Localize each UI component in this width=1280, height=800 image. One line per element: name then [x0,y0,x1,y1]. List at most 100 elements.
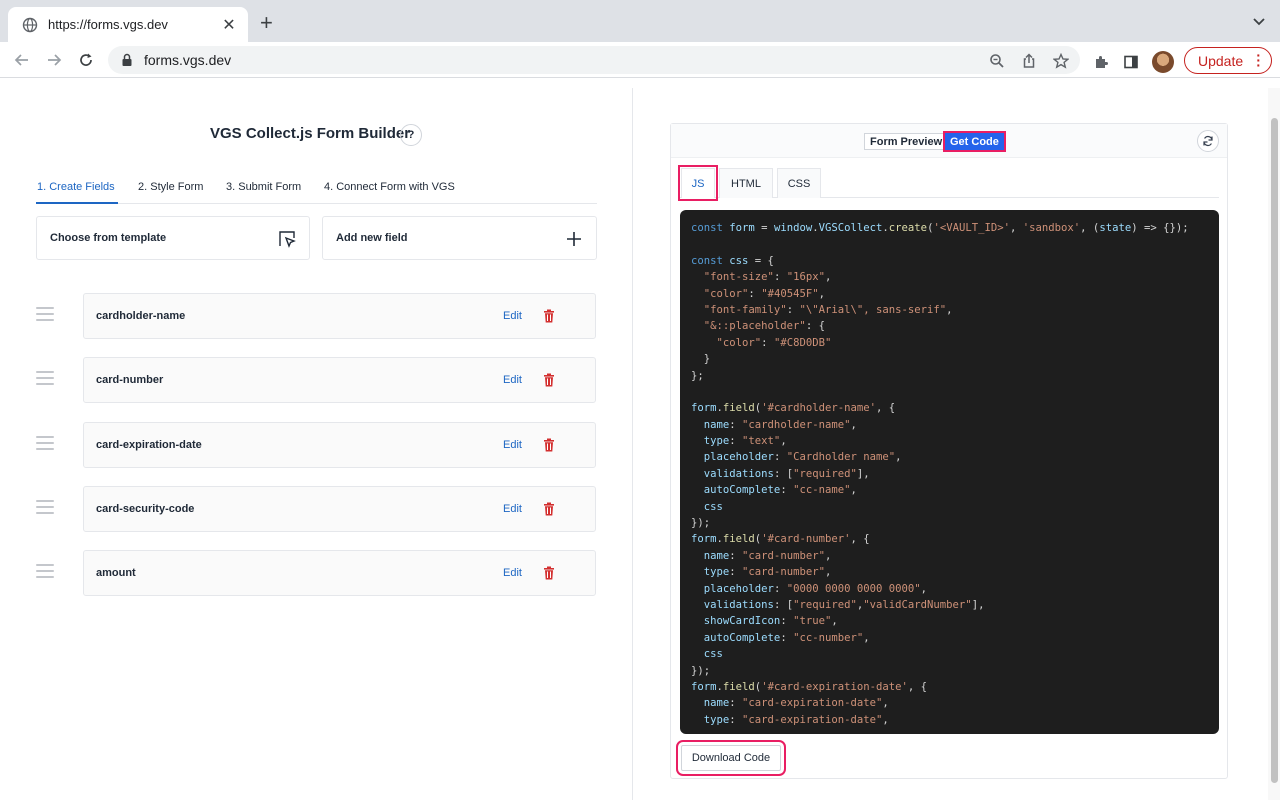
code-line: placeholder: "Cardholder name", [703,451,902,464]
field-row[interactable]: card-expiration-date Edit [0,422,633,468]
drag-handle-icon[interactable] [36,500,54,514]
code-line: form.field('#card-number', { [691,533,870,546]
code-panel: Form Preview Get Code JS HTML CSS const … [670,123,1228,779]
browser-toolbar: forms.vgs.dev Update · · · [0,42,1280,78]
field-item[interactable]: cardholder-name Edit [83,293,596,339]
trash-icon[interactable] [543,502,555,516]
help-button[interactable]: ? [400,124,422,146]
code-line: name: "card-expiration-date", [703,697,889,710]
trash-icon[interactable] [543,309,555,323]
refresh-icon[interactable] [1197,130,1219,152]
form-preview-toggle[interactable]: Form Preview [864,133,949,150]
address-bar[interactable]: forms.vgs.dev [108,46,1080,74]
profile-avatar[interactable] [1152,51,1174,73]
new-tab-icon[interactable]: + [260,12,273,34]
code-line: }; [691,369,704,382]
side-panel-icon[interactable] [1122,53,1140,71]
bookmark-star-icon[interactable] [1052,52,1070,70]
field-item[interactable]: card-number Edit [83,357,596,403]
field-row[interactable]: cardholder-name Edit [0,293,633,339]
code-line: } [691,353,711,366]
field-row[interactable]: card-number Edit [0,357,633,403]
language-tabs: JS HTML CSS [678,165,1219,201]
code-line: type: "text", [703,435,787,448]
field-name: card-number [96,374,164,386]
drag-handle-icon[interactable] [36,307,54,321]
drag-handle-icon[interactable] [36,436,54,450]
code-line: showCardIcon: "true", [703,615,838,628]
step-submit-form[interactable]: 3. Submit Form [226,181,301,193]
code-line: placeholder: "0000 0000 0000 0000", [703,582,928,595]
code-line: form.field('#cardholder-name', { [691,402,896,415]
extensions-puzzle-icon[interactable] [1092,53,1110,71]
tab-html[interactable]: HTML [719,168,773,198]
download-code-button[interactable]: Download Code [676,740,786,776]
edit-field-link[interactable]: Edit [503,439,522,451]
url-text: forms.vgs.dev [144,52,232,68]
step-style-form[interactable]: 2. Style Form [138,181,203,193]
code-line: autoComplete: "cc-number", [703,631,870,644]
step-connect-form[interactable]: 4. Connect Form with VGS [324,181,455,193]
code-line: "&::placeholder": { [703,320,825,333]
reload-icon[interactable] [76,50,96,70]
page-title: VGS Collect.js Form Builder [210,125,411,142]
code-line: form.field('#card-expiration-date', { [691,680,928,693]
add-field-label: Add new field [336,232,408,244]
add-field-button[interactable]: Add new field [322,216,597,260]
field-name: card-security-code [96,503,195,515]
globe-icon [22,17,38,33]
lock-icon[interactable] [120,53,134,67]
drag-handle-icon[interactable] [36,371,54,385]
plus-icon [564,229,584,249]
code-line: name: "card-number", [703,549,832,562]
code-line: type: "card-number", [703,566,832,579]
trash-icon[interactable] [543,373,555,387]
active-step-indicator [36,202,118,204]
chevron-down-icon[interactable] [1252,14,1266,33]
code-line: const form = window.VGSCollect.create('<… [691,222,1189,234]
choose-template-label: Choose from template [50,232,167,244]
share-icon[interactable] [1020,52,1038,70]
choose-template-button[interactable]: Choose from template [36,216,310,260]
code-line: type: "card-expiration-date", [703,713,889,726]
edit-field-link[interactable]: Edit [503,310,522,322]
get-code-toggle[interactable]: Get Code [943,131,1006,152]
code-block[interactable]: const form = window.VGSCollect.create('<… [680,210,1219,734]
select-cursor-icon [277,229,297,249]
preview-pane: Form Preview Get Code JS HTML CSS const … [634,88,1268,800]
browser-tab[interactable]: https://forms.vgs.dev ✕ [8,7,248,42]
panel-header: Form Preview Get Code [671,124,1227,158]
code-line: "color": "#40545F", [703,287,825,300]
field-item[interactable]: amount Edit [83,550,596,596]
field-item[interactable]: card-expiration-date Edit [83,422,596,468]
forward-arrow-icon[interactable] [44,50,64,70]
back-arrow-icon[interactable] [12,50,32,70]
page-scrollbar[interactable] [1268,88,1280,800]
tab-js[interactable]: JS [678,165,718,201]
edit-field-link[interactable]: Edit [503,374,522,386]
edit-field-link[interactable]: Edit [503,567,522,579]
code-line: "color": "#C8D0DB" [716,336,832,349]
code-line: }); [691,517,711,530]
field-item[interactable]: card-security-code Edit [83,486,596,532]
edit-field-link[interactable]: Edit [503,503,522,515]
code-line: autoComplete: "cc-name", [703,484,857,497]
trash-icon[interactable] [543,438,555,452]
form-builder-pane: VGS Collect.js Form Builder ? 1. Create … [0,88,633,800]
close-icon[interactable]: ✕ [220,15,238,35]
field-row[interactable]: amount Edit [0,550,633,596]
trash-icon[interactable] [543,566,555,580]
tab-css[interactable]: CSS [777,168,821,198]
field-row[interactable]: card-security-code Edit [0,486,633,532]
tab-title: https://forms.vgs.dev [48,17,168,32]
code-line: const css = { [691,254,774,267]
page: VGS Collect.js Form Builder ? 1. Create … [0,88,1280,800]
zoom-icon[interactable] [988,52,1006,70]
drag-handle-icon[interactable] [36,564,54,578]
update-button[interactable]: Update · · · [1184,47,1272,74]
step-create-fields[interactable]: 1. Create Fields [37,181,115,193]
scrollbar-thumb[interactable] [1271,118,1278,783]
more-menu-icon[interactable]: · · · [1256,48,1261,72]
steps-nav: 1. Create Fields 2. Style Form 3. Submit… [36,176,597,204]
